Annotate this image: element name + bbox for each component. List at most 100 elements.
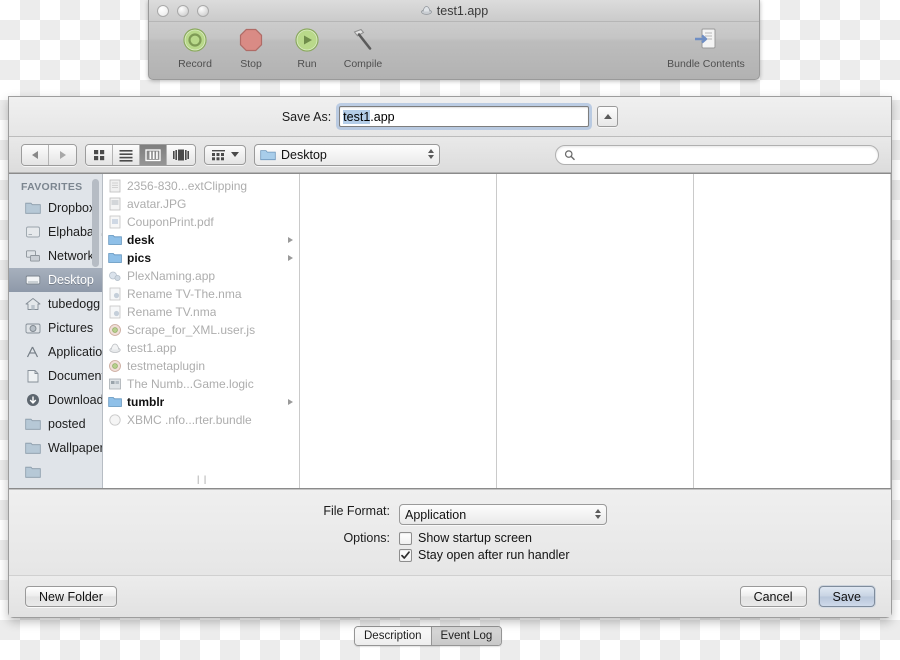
action-menu-button[interactable] — [204, 144, 246, 165]
view-mode-columns[interactable] — [140, 144, 167, 165]
sidebar-item-desktop[interactable]: Desktop — [9, 268, 102, 292]
minimize-button[interactable] — [177, 5, 189, 17]
js-icon — [109, 360, 121, 372]
sidebar-item-elphaba[interactable]: Elphaba ⏏ — [9, 220, 102, 244]
list-item-label: pics — [127, 251, 152, 265]
toolbar-compile-button[interactable]: Compile — [335, 26, 391, 70]
sidebar-item-downloads[interactable]: Downloads — [9, 388, 102, 412]
view-mode-coverflow[interactable] — [167, 144, 195, 165]
browser-column-3[interactable] — [497, 174, 694, 488]
dialog-primary-buttons: Cancel Save — [739, 586, 875, 607]
list-item[interactable]: testmetaplugin — [103, 357, 299, 375]
save-as-input[interactable]: test1 .app — [339, 106, 590, 127]
tab-event-log-label: Event Log — [440, 630, 493, 642]
sidebar-item-dropbox[interactable]: Dropbox — [9, 196, 102, 220]
image-icon — [109, 197, 121, 211]
column-resize-grip[interactable]: | | — [197, 474, 207, 484]
list-item[interactable]: Rename TV.nma — [103, 303, 299, 321]
file-format-popup[interactable]: Application — [399, 504, 607, 525]
bottom-tab-strip[interactable]: Description Event Log — [354, 626, 503, 646]
list-item-label: XBMC .nfo...rter.bundle — [127, 413, 252, 427]
window-title: test1.app — [420, 4, 488, 18]
sidebar-item-label: Dropbox — [48, 201, 96, 215]
cancel-button[interactable]: Cancel — [739, 586, 807, 607]
save-dialog-sheet: Save As: test1 .app Desktop FAVORITES Dr… — [8, 96, 892, 618]
list-item[interactable]: PlexNaming.app — [103, 267, 299, 285]
sidebar-item-tubedogg[interactable]: tubedogg — [9, 292, 102, 316]
location-popup-button[interactable]: Desktop — [254, 143, 440, 166]
browser-column-4[interactable] — [694, 174, 891, 488]
grid-icon — [94, 149, 105, 160]
sidebar[interactable]: FAVORITES Dropbox Elphaba ⏏ — [9, 174, 103, 488]
home-icon — [25, 298, 41, 310]
list-item[interactable]: desk — [103, 231, 299, 249]
forward-button[interactable] — [49, 144, 76, 165]
toolbar-stop-label: Stop — [240, 58, 262, 70]
toolbar-run-button[interactable]: Run — [279, 26, 335, 70]
zoom-button[interactable] — [197, 5, 209, 17]
checkbox-label: Show startup screen — [418, 531, 532, 545]
list-item-label: 2356-830...extClipping — [127, 179, 248, 193]
list-item-label: Rename TV-The.nma — [127, 287, 242, 301]
list-item[interactable]: Scrape_for_XML.user.js — [103, 321, 299, 339]
list-item[interactable]: tumblr — [103, 393, 299, 411]
file-format-value: Application — [405, 507, 467, 522]
sidebar-item-label: Documents — [48, 369, 102, 383]
list-item[interactable]: The Numb...Game.logic — [103, 375, 299, 393]
list-item[interactable]: pics — [103, 249, 299, 267]
view-mode-list[interactable] — [113, 144, 140, 165]
list-item[interactable]: XBMC .nfo...rter.bundle — [103, 411, 299, 429]
sidebar-scrollbar[interactable] — [92, 179, 99, 267]
list-item[interactable]: CouponPrint.pdf — [103, 213, 299, 231]
sidebar-item-posted[interactable]: posted — [9, 412, 102, 436]
checkbox-box[interactable] — [399, 531, 412, 545]
toolbar-record-button[interactable]: Record — [167, 26, 223, 70]
toolbar-stop-button[interactable]: Stop — [223, 26, 279, 70]
list-item-label: PlexNaming.app — [127, 269, 216, 283]
checkbox-box[interactable] — [399, 548, 412, 562]
checkbox-show-startup-screen[interactable]: Show startup screen — [399, 531, 570, 545]
sidebar-item-partial[interactable] — [9, 460, 102, 484]
view-mode-icon[interactable] — [86, 144, 113, 165]
disclosure-arrow-icon — [288, 399, 293, 405]
list-item[interactable]: Rename TV-The.nma — [103, 285, 299, 303]
navigation-buttons[interactable] — [21, 143, 77, 166]
documents-icon — [27, 370, 39, 383]
sidebar-item-applications[interactable]: Applications — [9, 340, 102, 364]
popup-steppers-icon — [428, 148, 434, 159]
folder-icon — [260, 150, 276, 161]
window-titlebar: test1.app — [149, 0, 759, 22]
save-button[interactable]: Save — [818, 586, 875, 607]
checkbox-stay-open-after-run-handler[interactable]: Stay open after run handler — [399, 548, 570, 562]
sidebar-item-pictures[interactable]: Pictures — [9, 316, 102, 340]
tab-event-log[interactable]: Event Log — [431, 627, 502, 645]
list-item[interactable]: test1.app — [103, 339, 299, 357]
browser-column-1[interactable]: 2356-830...extClipping avatar.JPG Coupon… — [103, 174, 300, 488]
new-folder-label: New Folder — [39, 589, 103, 604]
folder-icon — [25, 442, 41, 454]
toolbar-bundle-contents-button[interactable]: Bundle Contents — [659, 26, 753, 70]
save-as-selected-text: test1 — [343, 109, 371, 124]
sidebar-item-documents[interactable]: Documents — [9, 364, 102, 388]
view-mode-buttons[interactable] — [85, 143, 196, 166]
close-button[interactable] — [157, 5, 169, 17]
sidebar-item-network[interactable]: Network — [9, 244, 102, 268]
sidebar-item-wallpapers[interactable]: Wallpapers — [9, 436, 102, 460]
folder-icon — [108, 235, 122, 245]
list-item[interactable]: 2356-830...extClipping — [103, 177, 299, 195]
search-field[interactable] — [555, 144, 879, 165]
back-button[interactable] — [22, 144, 49, 165]
list-item[interactable]: avatar.JPG — [103, 195, 299, 213]
app-icon — [109, 271, 121, 281]
new-folder-button[interactable]: New Folder — [25, 586, 117, 607]
sidebar-item-label: Pictures — [48, 321, 94, 335]
search-input[interactable] — [579, 146, 870, 163]
expand-dialog-button[interactable] — [597, 106, 619, 127]
tab-description[interactable]: Description — [355, 627, 432, 645]
browser-column-2[interactable] — [300, 174, 497, 488]
pdf-icon — [109, 215, 121, 229]
dialog-button-bar: New Folder Cancel Save — [9, 575, 891, 617]
traffic-lights[interactable] — [157, 5, 209, 17]
script-icon — [109, 305, 121, 319]
list-item-label: tumblr — [127, 395, 165, 409]
